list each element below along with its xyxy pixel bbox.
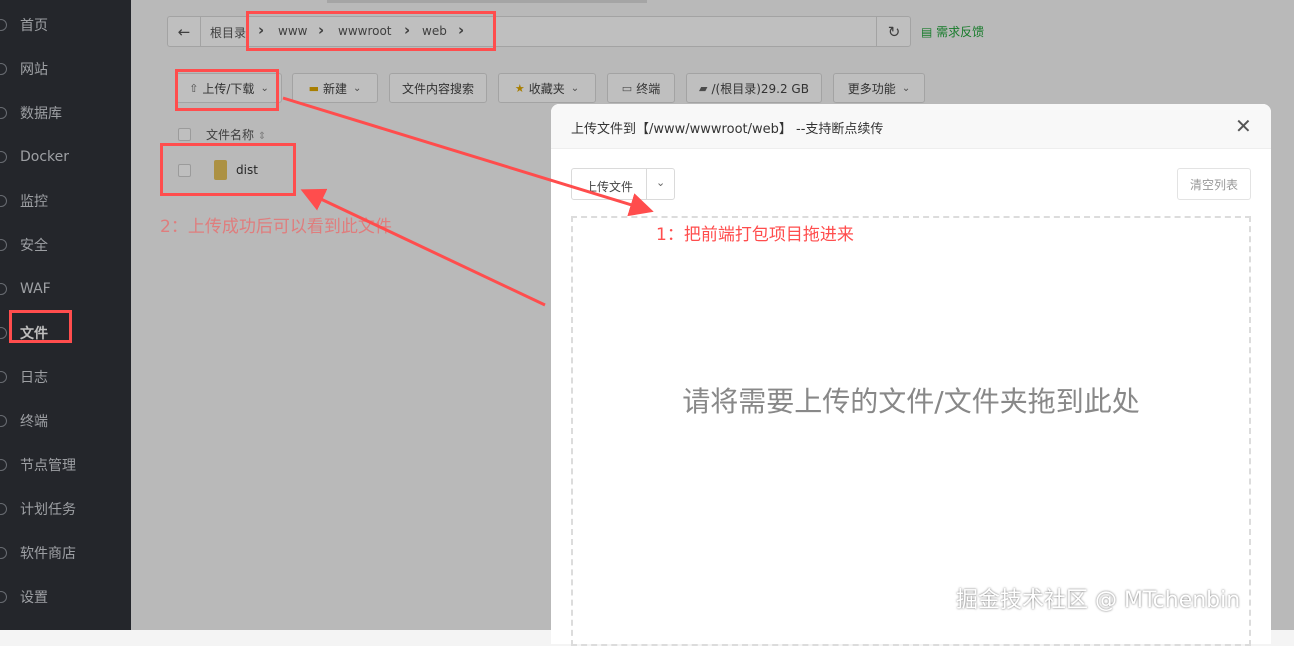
annotation-step-1: 1：把前端打包项目拖进来 bbox=[656, 225, 854, 245]
annotation-step-2: 2：上传成功后可以看到此文件 bbox=[160, 217, 392, 237]
arrow-upload-to-dialog bbox=[282, 96, 654, 217]
annotation-arrows bbox=[282, 96, 654, 307]
arrow-to-dist bbox=[300, 188, 546, 307]
watermark: 掘金技术社区 @ MTchenbin bbox=[956, 588, 1241, 613]
